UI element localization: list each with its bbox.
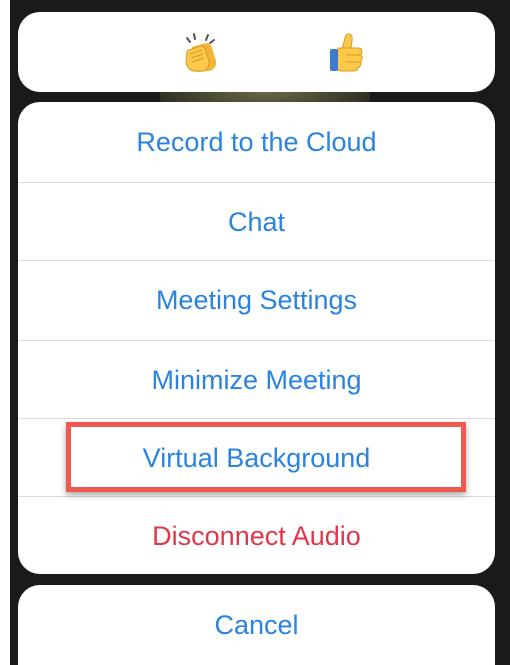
- screen-edge: [0, 0, 10, 665]
- minimize-meeting-button[interactable]: Minimize Meeting: [18, 340, 495, 420]
- disconnect-audio-button[interactable]: Disconnect Audio: [18, 496, 495, 574]
- meeting-screen: Record to the Cloud Chat Meeting Setting…: [0, 0, 510, 665]
- cancel-card: Cancel: [18, 585, 495, 665]
- meeting-settings-button[interactable]: Meeting Settings: [18, 260, 495, 340]
- chat-button[interactable]: Chat: [18, 182, 495, 262]
- thumbs-up-icon[interactable]: [318, 24, 374, 80]
- action-sheet-menu: Record to the Cloud Chat Meeting Setting…: [18, 102, 495, 574]
- virtual-background-button[interactable]: Virtual Background: [18, 418, 495, 498]
- cancel-button[interactable]: Cancel: [18, 585, 495, 665]
- record-to-cloud-button[interactable]: Record to the Cloud: [18, 102, 495, 182]
- reactions-bar: [18, 12, 495, 92]
- clapping-hands-icon[interactable]: [173, 24, 229, 80]
